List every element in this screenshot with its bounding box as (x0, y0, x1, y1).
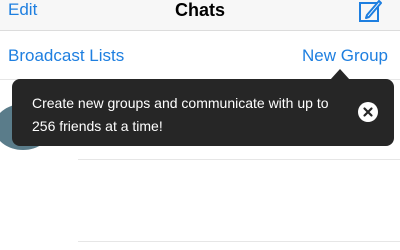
broadcast-lists-link[interactable]: Broadcast Lists (8, 46, 124, 66)
list-divider (78, 159, 400, 160)
compose-icon[interactable] (358, 0, 382, 24)
tooltip-message: Create new groups and communicate with u… (32, 95, 329, 134)
close-icon[interactable] (358, 102, 378, 122)
navigation-bar: Edit Chats (0, 0, 400, 31)
new-group-tooltip: Create new groups and communicate with u… (12, 79, 394, 146)
list-divider (78, 241, 400, 242)
page-title: Chats (174, 0, 225, 20)
new-group-link[interactable]: New Group (302, 46, 388, 66)
